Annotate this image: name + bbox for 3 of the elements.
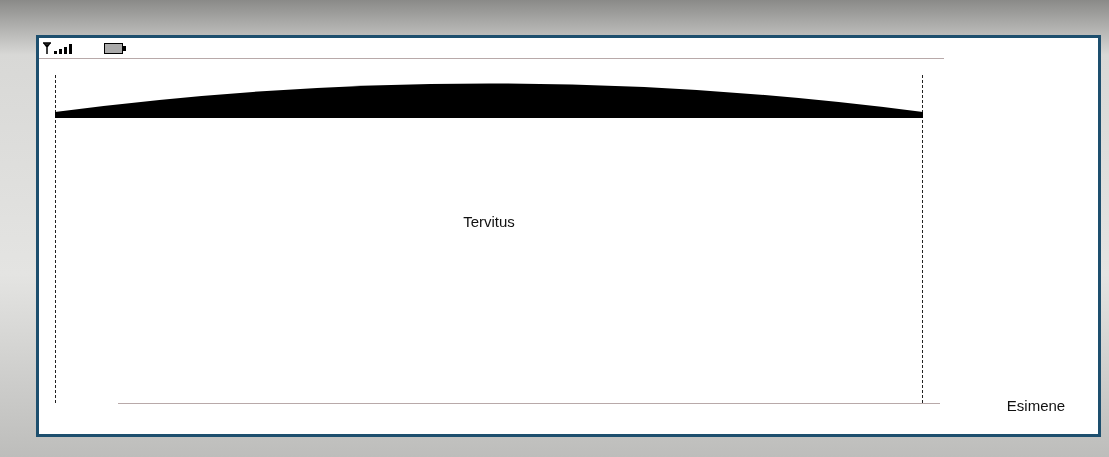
battery-icon xyxy=(104,42,126,54)
greeting-text: Tervitus xyxy=(463,213,515,230)
softkey-label[interactable]: Esimene xyxy=(1006,397,1066,414)
